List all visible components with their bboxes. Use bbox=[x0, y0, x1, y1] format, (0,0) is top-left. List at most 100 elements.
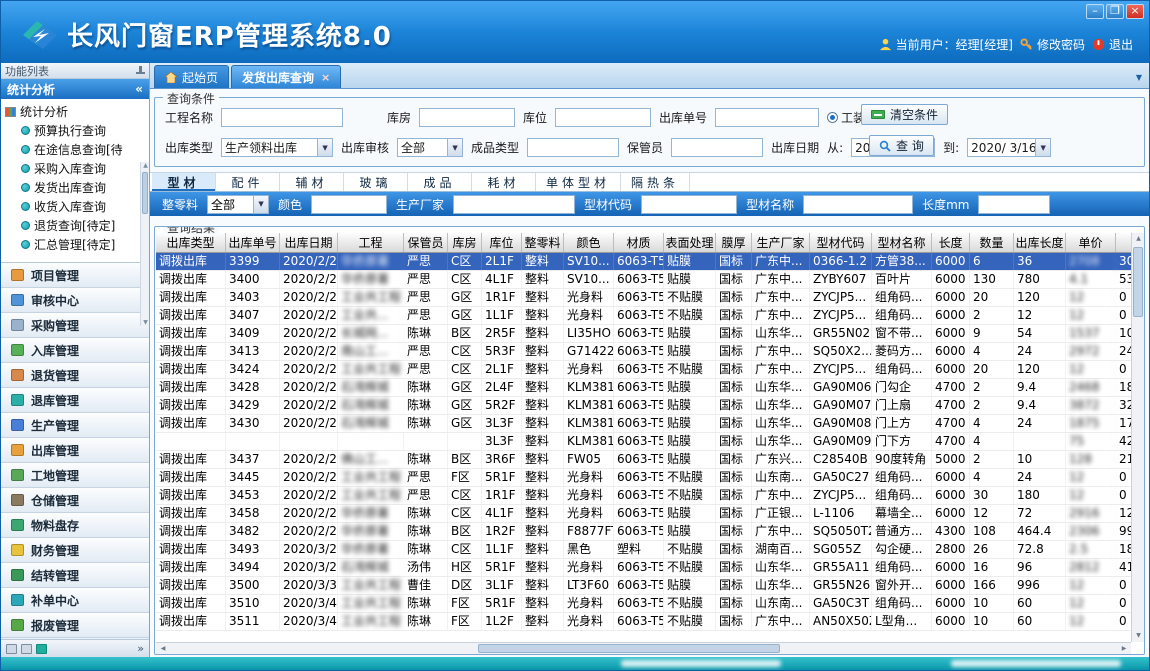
out-type-select[interactable]: 生产领料出库 ▼ bbox=[221, 138, 333, 157]
table-row[interactable]: 3L3F整料KLM38176063-T5贴膜国标山东华...GA90M09...… bbox=[156, 433, 1131, 451]
tree-item[interactable]: 采购入库查询 bbox=[5, 159, 149, 178]
scroll-right-icon[interactable]: ▶ bbox=[1117, 643, 1131, 655]
table-row[interactable]: 调拨出库34242020/2/26工业共工程严思C区2L1F整料光身料6063-… bbox=[156, 361, 1131, 379]
date-to-picker[interactable]: 2020/ 3/16 ▼ bbox=[967, 138, 1051, 157]
table-row[interactable]: 调拨出库34372020/2/27佛山工...陈琳B区3R6F整料FW05606… bbox=[156, 451, 1131, 469]
stats-section-header[interactable]: 统计分析 « bbox=[1, 79, 149, 99]
column-header[interactable]: 库位 bbox=[482, 233, 522, 252]
column-header[interactable]: 单价 bbox=[1066, 233, 1116, 252]
sidebar-item[interactable]: 报废管理 bbox=[1, 613, 149, 638]
whole-part-select[interactable]: 全部 ▼ bbox=[207, 195, 269, 214]
tree-scroll-thumb[interactable] bbox=[142, 172, 148, 214]
tab-home[interactable]: 起始页 bbox=[154, 65, 229, 88]
pin-icon[interactable] bbox=[136, 66, 145, 75]
column-header[interactable]: 金额 bbox=[1116, 233, 1131, 252]
sidebar-item[interactable]: 财务管理 bbox=[1, 538, 149, 563]
color-input[interactable] bbox=[311, 195, 387, 214]
column-header[interactable]: 保管员 bbox=[404, 233, 448, 252]
sidebar-item[interactable]: 采购管理 bbox=[1, 313, 149, 338]
table-row[interactable]: 调拨出库34032020/2/25工业共工程严思G区1R1F整料光身料6063-… bbox=[156, 289, 1131, 307]
column-header[interactable]: 生产厂家 bbox=[752, 233, 810, 252]
tree-item[interactable]: 退货查询[待定] bbox=[5, 216, 149, 235]
column-header[interactable]: 数量 bbox=[970, 233, 1014, 252]
table-row[interactable]: 调拨出库34002020/2/25华侨原著严思C区4L1F整料SV10...60… bbox=[156, 271, 1131, 289]
column-header[interactable]: 整零料 bbox=[522, 233, 564, 252]
column-header[interactable]: 长度 bbox=[932, 233, 970, 252]
table-row[interactable]: 调拨出库34292020/2/26石湾辉城陈琳G区5R2F整料KLM381760… bbox=[156, 397, 1131, 415]
column-header[interactable]: 表面处理 bbox=[664, 233, 716, 252]
table-row[interactable]: 调拨出库34302020/2/26石湾辉城陈琳G区3L3F整料KLM381760… bbox=[156, 415, 1131, 433]
minimize-button[interactable]: – bbox=[1086, 4, 1104, 19]
sidebar-item[interactable]: 退货管理 bbox=[1, 363, 149, 388]
sidebar-item[interactable]: 入库管理 bbox=[1, 338, 149, 363]
tab-shipping-outbound-query[interactable]: 发货出库查询 × bbox=[231, 65, 341, 88]
scroll-down-icon[interactable]: ▼ bbox=[141, 319, 150, 326]
clear-conditions-button[interactable]: 清空条件 bbox=[861, 104, 948, 125]
material-tab[interactable]: 单体型材 bbox=[536, 173, 621, 191]
table-row[interactable]: 调拨出库35102020/3/4工业共工程陈琳F区5R1F整料光身料6063-T… bbox=[156, 595, 1131, 613]
table-row[interactable]: 调拨出库34582020/2/28华侨原著陈琳C区4L1F整料光身料6063-T… bbox=[156, 505, 1131, 523]
sidebar-item[interactable]: 结转管理 bbox=[1, 563, 149, 588]
warehouse-input[interactable] bbox=[419, 108, 515, 127]
maximize-button[interactable]: ❐ bbox=[1106, 4, 1124, 19]
sidebar-item[interactable]: 工地管理 bbox=[1, 463, 149, 488]
vertical-scrollbar[interactable]: ▲ ▼ bbox=[1131, 233, 1144, 642]
tab-list-chevron-icon[interactable]: ▼ bbox=[1136, 73, 1142, 82]
location-input[interactable] bbox=[555, 108, 651, 127]
tree-item[interactable]: 汇总管理[待定] bbox=[5, 235, 149, 254]
material-tab[interactable]: 配件 bbox=[216, 173, 280, 191]
material-tab[interactable]: 隔热条 bbox=[621, 173, 690, 191]
radio-workwear[interactable]: 工装 bbox=[827, 109, 865, 126]
sidebar-item[interactable]: 审核中心 bbox=[1, 288, 149, 313]
table-row[interactable]: 调拨出库34532020/2/28工业共工程严思C区1R1F整料光身料6063-… bbox=[156, 487, 1131, 505]
sidebar-item[interactable]: 补单中心 bbox=[1, 588, 149, 613]
vscroll-thumb[interactable] bbox=[1133, 247, 1143, 317]
table-row[interactable]: 调拨出库35112020/3/4工业共工程陈琳F区1L2F整料光身料6063-T… bbox=[156, 613, 1131, 631]
tree-item[interactable]: 发货出库查询 bbox=[5, 178, 149, 197]
column-header[interactable]: 出库长度 bbox=[1014, 233, 1066, 252]
material-tab[interactable]: 耗材 bbox=[472, 173, 536, 191]
change-password-button[interactable]: 修改密码 bbox=[1020, 36, 1085, 53]
order-no-input[interactable] bbox=[715, 108, 819, 127]
column-header[interactable]: 膜厚 bbox=[716, 233, 752, 252]
column-header[interactable]: 型材代码 bbox=[810, 233, 872, 252]
manufacturer-input[interactable] bbox=[453, 195, 575, 214]
column-header[interactable]: 出库单号 bbox=[226, 233, 280, 252]
table-row[interactable]: 调拨出库34452020/2/27工业共工程严思F区5R1F整料光身料6063-… bbox=[156, 469, 1131, 487]
module-icon[interactable] bbox=[36, 644, 47, 654]
scroll-up-icon[interactable]: ▲ bbox=[1132, 233, 1145, 245]
column-header[interactable]: 出库日期 bbox=[280, 233, 338, 252]
material-tab[interactable]: 玻璃 bbox=[344, 173, 408, 191]
panel-icon[interactable] bbox=[6, 644, 17, 654]
sidebar-item[interactable]: 物料盘存 bbox=[1, 513, 149, 538]
audit-select[interactable]: 全部 ▼ bbox=[397, 138, 463, 157]
more-chevron-icon[interactable]: » bbox=[137, 642, 144, 655]
table-row[interactable]: 调拨出库34132020/2/26南山工...严思C区5R3F整料G714226… bbox=[156, 343, 1131, 361]
material-tab[interactable]: 成品 bbox=[408, 173, 472, 191]
sidebar-item[interactable]: 生产管理 bbox=[1, 413, 149, 438]
tree-item-root[interactable]: 统计分析 bbox=[5, 102, 149, 121]
search-button[interactable]: 查 询 bbox=[869, 135, 934, 156]
scroll-down-icon[interactable]: ▼ bbox=[1132, 630, 1145, 642]
collapse-icon[interactable]: « bbox=[135, 82, 143, 96]
logout-button[interactable]: 退出 bbox=[1092, 36, 1133, 53]
column-header[interactable]: 型材名称 bbox=[872, 233, 932, 252]
profile-code-input[interactable] bbox=[641, 195, 737, 214]
column-header[interactable]: 工程 bbox=[338, 233, 404, 252]
tree-item[interactable]: 预算执行查询 bbox=[5, 121, 149, 140]
tree-scrollbar[interactable]: ▲ ▼ bbox=[140, 162, 149, 326]
material-tab[interactable]: 辅材 bbox=[280, 173, 344, 191]
table-row[interactable]: 调拨出库34282020/2/26石湾辉城陈琳G区2L4F整料KLM381760… bbox=[156, 379, 1131, 397]
column-header[interactable]: 库房 bbox=[448, 233, 482, 252]
horizontal-scrollbar[interactable]: ◀ ▶ bbox=[156, 642, 1131, 654]
tree-item[interactable]: 在途信息查询[待 bbox=[5, 140, 149, 159]
sidebar-item[interactable]: 退库管理 bbox=[1, 388, 149, 413]
close-button[interactable]: × bbox=[1126, 4, 1144, 19]
product-type-input[interactable] bbox=[527, 138, 619, 157]
table-row[interactable]: 调拨出库34942020/3/2石湾辉城汤伟H区5R1F整料光身料6063-T5… bbox=[156, 559, 1131, 577]
list-view-icon[interactable] bbox=[21, 644, 32, 654]
hscroll-thumb[interactable] bbox=[478, 644, 780, 653]
material-tab[interactable]: 型材 bbox=[152, 173, 216, 191]
table-row[interactable]: 调拨出库34072020/2/25工业共...严思G区1L1F整料光身料6063… bbox=[156, 307, 1131, 325]
table-row[interactable]: 调拨出库34932020/3/2华侨原著陈琳C区1L1F整料黑色塑料不贴膜国标湖… bbox=[156, 541, 1131, 559]
